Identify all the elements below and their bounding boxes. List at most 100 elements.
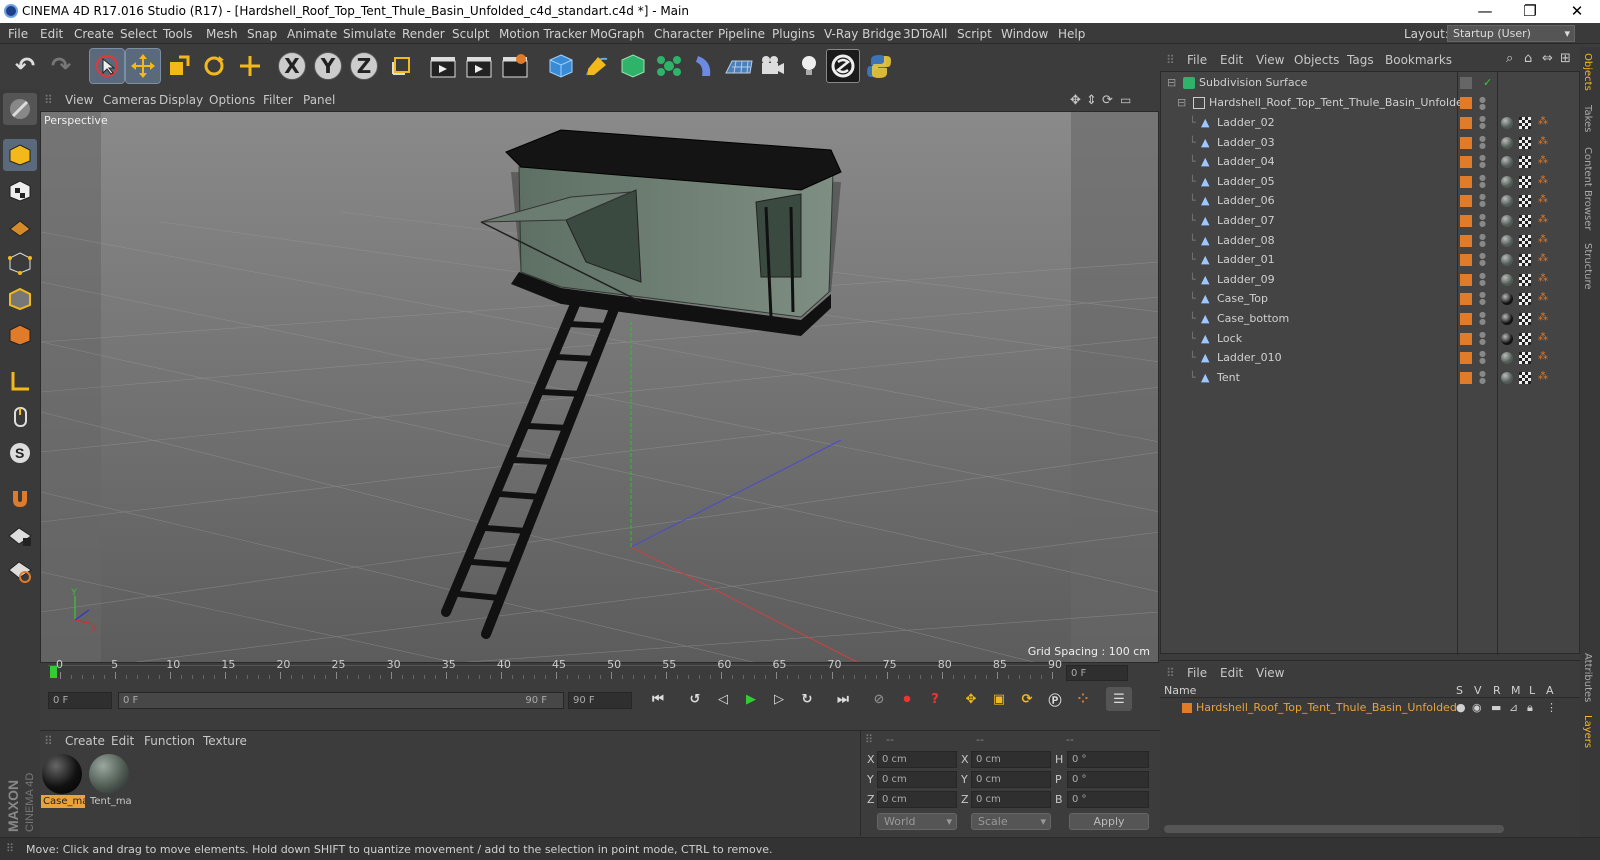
material-swatch-tent[interactable]: Tent_ma xyxy=(88,753,132,811)
coordinate-space-dropdown[interactable]: World ▾ xyxy=(877,813,957,830)
texture-tag-icon[interactable] xyxy=(1519,175,1531,188)
next-frame-button[interactable]: ▷ xyxy=(766,687,792,711)
menu-script[interactable]: Script xyxy=(957,27,992,41)
play-button[interactable]: ▶ xyxy=(738,687,764,711)
texture-tag-icon[interactable] xyxy=(1519,332,1531,345)
layer-visible-icon[interactable]: ◉ xyxy=(1472,701,1482,714)
object-menu-file[interactable]: File xyxy=(1187,53,1207,67)
menu-vray-bridge[interactable]: V-Ray Bridge xyxy=(824,27,901,41)
texture-tag-icon[interactable] xyxy=(1519,136,1531,149)
visibility-dots-icon[interactable]: ● ● xyxy=(1479,252,1486,267)
new-panel-icon[interactable]: ⊞ xyxy=(1560,51,1571,66)
playhead-marker[interactable] xyxy=(50,666,57,678)
points-mode-button[interactable] xyxy=(3,247,37,279)
phong-tag-icon[interactable]: ⁂ xyxy=(1538,332,1548,343)
tab-takes[interactable]: Takes xyxy=(1582,105,1593,132)
texture-tag-icon[interactable] xyxy=(1519,195,1531,208)
menu-create[interactable]: Create xyxy=(74,27,114,41)
object-row[interactable]: └ ▲ Ladder_09 ● ● ⁂ xyxy=(1161,270,1579,290)
material-tag-icon[interactable] xyxy=(1501,175,1513,188)
size-mode-dropdown[interactable]: Scale ▾ xyxy=(971,813,1051,830)
layout-select[interactable]: Startup (User) ▾ xyxy=(1447,25,1575,42)
size-y-field[interactable]: 0 cm xyxy=(971,771,1051,788)
make-editable-button[interactable] xyxy=(3,93,37,125)
next-key-button[interactable]: ↻ xyxy=(794,687,820,711)
rotate-view-icon[interactable]: ⟳ xyxy=(1102,93,1113,108)
material-tag-icon[interactable] xyxy=(1501,117,1513,129)
frame-range-slider[interactable]: 0 F 90 F xyxy=(118,692,564,709)
layer-menu-view[interactable]: View xyxy=(1256,666,1284,680)
material-tag-icon[interactable] xyxy=(1501,254,1513,267)
visibility-dots-icon[interactable]: ● ● xyxy=(1479,232,1486,247)
collapse-toggle-icon[interactable]: ⊟ xyxy=(1177,96,1186,109)
previous-frame-button[interactable]: ◁ xyxy=(710,687,736,711)
live-selection-button[interactable] xyxy=(89,48,125,84)
material-tag-icon[interactable] xyxy=(1501,156,1513,169)
visibility-dots-icon[interactable]: ● ● xyxy=(1479,330,1486,345)
phong-tag-icon[interactable]: ⁂ xyxy=(1538,214,1548,225)
object-menu-objects[interactable]: Objects xyxy=(1294,53,1339,67)
layer-row[interactable]: Hardshell_Roof_Top_Tent_Thule_Basin_Unfo… xyxy=(1160,699,1578,719)
end-frame-field[interactable]: 90 F xyxy=(568,692,632,709)
workplane-mode-button[interactable] xyxy=(3,211,37,243)
coordinate-system-button[interactable] xyxy=(384,49,418,83)
object-row[interactable]: └ ▲ Ladder_05 ● ● ⁂ xyxy=(1161,172,1579,192)
object-row-group[interactable]: ⊟ Hardshell_Roof_Top_Tent_Thule_Basin_Un… xyxy=(1161,93,1579,113)
material-tag-icon[interactable] xyxy=(1501,371,1513,384)
menu-sculpt[interactable]: Sculpt xyxy=(452,27,489,41)
material-swatch-case[interactable]: Case_ma xyxy=(41,753,85,811)
material-menu-function[interactable]: Function xyxy=(144,734,195,748)
object-row[interactable]: └ ▲ Tent ● ● ⁂ xyxy=(1161,368,1579,388)
viewport-menu-display[interactable]: Display xyxy=(159,93,203,107)
minimize-button[interactable]: — xyxy=(1470,1,1500,21)
timeline-window-button[interactable]: ☰ xyxy=(1106,687,1132,711)
z-axis-lock[interactable]: Z xyxy=(350,52,378,80)
snapping-button[interactable] xyxy=(3,483,37,515)
add-spline-button[interactable] xyxy=(580,49,614,83)
move-tool-button[interactable] xyxy=(125,48,161,84)
add-camera-button[interactable] xyxy=(756,49,790,83)
object-menu-tags[interactable]: Tags xyxy=(1347,53,1374,67)
material-menu-edit[interactable]: Edit xyxy=(111,734,134,748)
add-array-button[interactable] xyxy=(652,49,686,83)
rotate-tool-button[interactable] xyxy=(197,49,231,83)
add-deformer-button[interactable] xyxy=(688,49,722,83)
texture-tag-icon[interactable] xyxy=(1519,371,1531,384)
phong-tag-icon[interactable]: ⁂ xyxy=(1538,351,1548,362)
go-to-end-button[interactable]: ⏭ xyxy=(830,687,856,711)
material-tag-icon[interactable] xyxy=(1501,352,1513,365)
current-frame-field[interactable]: 0 F xyxy=(1066,665,1128,681)
python-button[interactable] xyxy=(862,49,896,83)
visibility-dots-icon[interactable]: ● ● xyxy=(1479,369,1486,384)
redo-button[interactable]: ↷ xyxy=(44,49,78,83)
texture-tag-icon[interactable] xyxy=(1519,117,1531,129)
rot-p-field[interactable]: 0 ° xyxy=(1067,771,1149,788)
close-button[interactable]: ✕ xyxy=(1562,1,1592,21)
menu-edit[interactable]: Edit xyxy=(40,27,63,41)
texture-tag-icon[interactable] xyxy=(1519,234,1531,247)
layer-solo-icon[interactable]: ● xyxy=(1456,701,1466,714)
object-row[interactable]: └ ▲ Case_bottom ● ● ⁂ xyxy=(1161,309,1579,329)
menu-plugins[interactable]: Plugins xyxy=(772,27,815,41)
object-row[interactable]: └ ▲ Ladder_07 ● ● ⁂ xyxy=(1161,211,1579,231)
add-cube-button[interactable] xyxy=(544,49,578,83)
polygons-mode-button[interactable] xyxy=(3,319,37,351)
scale-tool-button[interactable] xyxy=(162,49,196,83)
edges-mode-button[interactable] xyxy=(3,283,37,315)
viewport-camera-label[interactable]: Perspective xyxy=(44,114,108,127)
visibility-dots-icon[interactable]: ● ● xyxy=(1479,193,1486,208)
layer-animation-icon[interactable]: ⋮ xyxy=(1546,701,1557,714)
phong-tag-icon[interactable]: ⁂ xyxy=(1538,273,1548,284)
planar-workplane-button[interactable] xyxy=(3,555,37,587)
key-parameter-button[interactable]: Ⓟ xyxy=(1042,687,1068,711)
layer-menu-edit[interactable]: Edit xyxy=(1220,666,1243,680)
viewport-menu-cameras[interactable]: Cameras xyxy=(103,93,156,107)
search-icon[interactable]: ⌕ xyxy=(1506,51,1513,66)
object-row[interactable]: └ ▲ Lock ● ● ⁂ xyxy=(1161,329,1579,349)
material-tag-icon[interactable] xyxy=(1501,215,1513,227)
solo-mode-button[interactable]: S xyxy=(3,437,37,469)
visibility-dots-icon[interactable]: ● ● xyxy=(1479,291,1486,306)
layer-manager-icon[interactable]: ⊿ xyxy=(1509,701,1518,714)
record-button[interactable]: ⏺ xyxy=(894,687,920,711)
menu-render[interactable]: Render xyxy=(402,27,445,41)
